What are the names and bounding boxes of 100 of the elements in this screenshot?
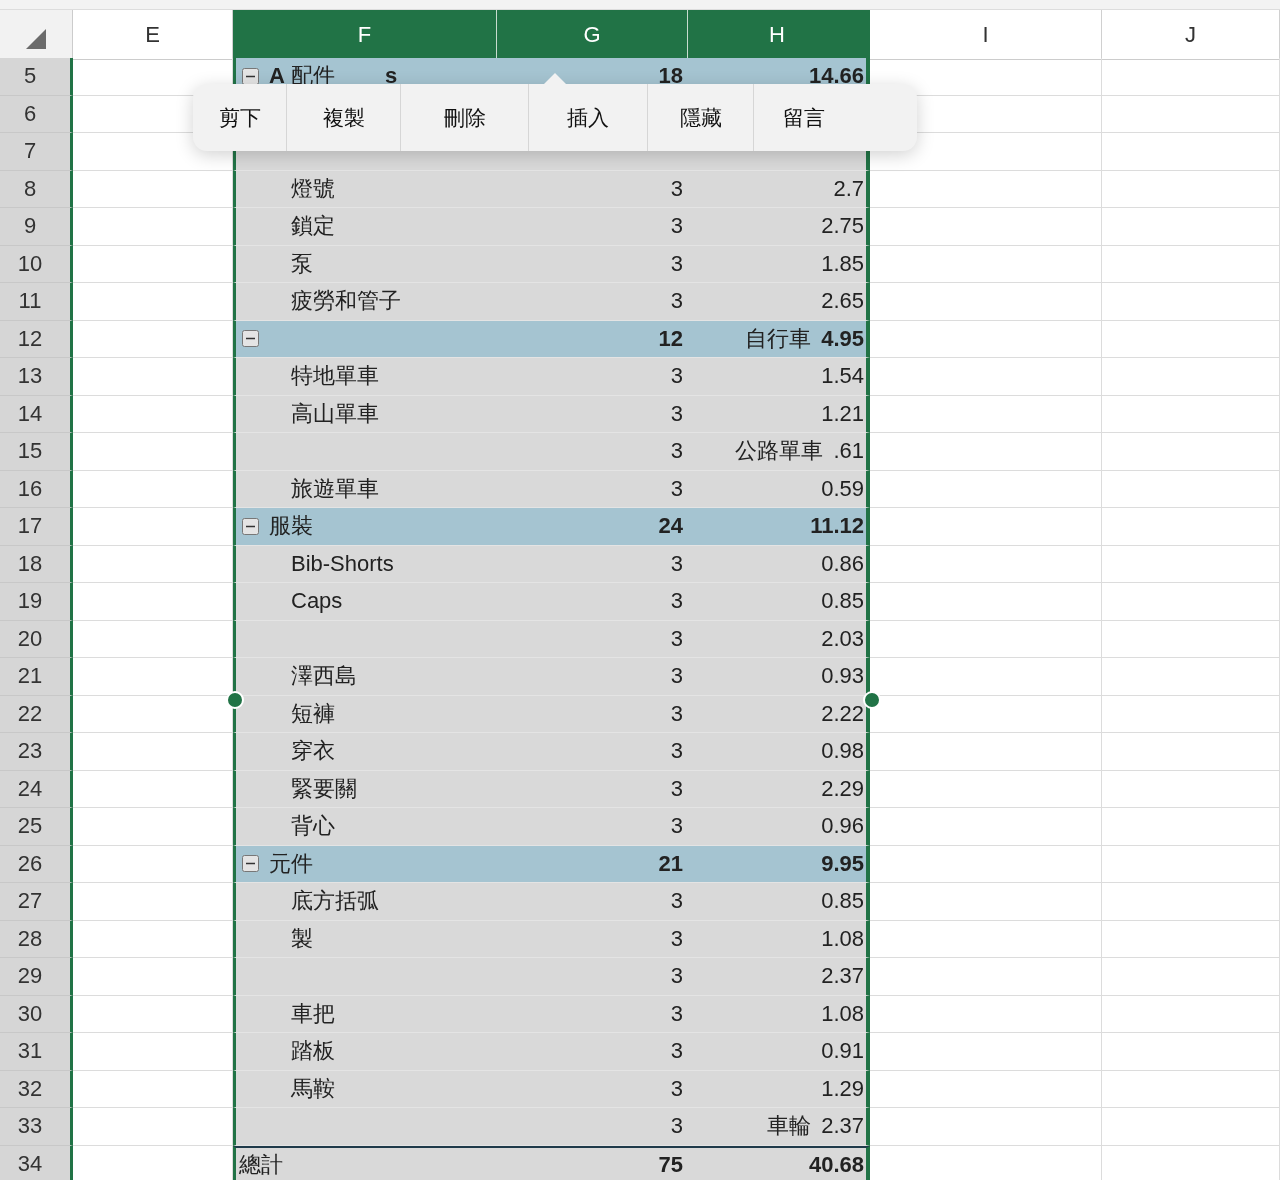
sheet-cell[interactable] (1102, 770, 1280, 808)
sheet-cell[interactable] (870, 995, 1102, 1033)
sheet-cell[interactable] (1102, 1070, 1280, 1108)
row-number[interactable]: 8 (0, 170, 73, 208)
sheet-cell[interactable] (1102, 433, 1280, 471)
sheet-cell[interactable] (1102, 995, 1280, 1033)
select-all-icon[interactable] (26, 29, 46, 49)
sheet-cell[interactable] (1102, 395, 1280, 433)
row-number[interactable]: 16 (0, 470, 73, 508)
row-number[interactable]: 28 (0, 920, 73, 958)
row-number[interactable]: 19 (0, 583, 73, 621)
sheet-cell[interactable] (1102, 320, 1280, 358)
sheet-cell[interactable] (1102, 58, 1280, 96)
row-number[interactable]: 7 (0, 133, 73, 171)
sheet-cell[interactable] (870, 433, 1102, 471)
row-number[interactable]: 21 (0, 658, 73, 696)
sheet-cell[interactable] (1102, 208, 1280, 246)
row-number[interactable]: 15 (0, 433, 73, 471)
sheet-cell[interactable] (1102, 170, 1280, 208)
sheet-cell[interactable] (1102, 920, 1280, 958)
row-number[interactable]: 9 (0, 208, 73, 246)
sheet-cell[interactable] (870, 1108, 1102, 1146)
row-number[interactable]: 23 (0, 733, 73, 771)
sheet-cell[interactable] (1102, 283, 1280, 321)
selection-handle[interactable] (863, 691, 881, 709)
row-number[interactable]: 27 (0, 883, 73, 921)
row-number[interactable]: 17 (0, 508, 73, 546)
sheet-cell[interactable] (870, 845, 1102, 883)
row-number[interactable]: 10 (0, 245, 73, 283)
sheet-cell[interactable] (1102, 133, 1280, 171)
sheet-cell[interactable] (870, 245, 1102, 283)
sheet-cell[interactable] (870, 733, 1102, 771)
sheet-cell[interactable] (1102, 545, 1280, 583)
minus-icon[interactable] (242, 330, 259, 348)
sheet-cell[interactable] (870, 170, 1102, 208)
row-number[interactable]: 12 (0, 320, 73, 358)
sheet-cell[interactable] (870, 208, 1102, 246)
row-number[interactable]: 31 (0, 1033, 73, 1071)
minus-icon[interactable] (242, 517, 259, 535)
sheet-cell[interactable] (870, 508, 1102, 546)
sheet-cell[interactable] (1102, 658, 1280, 696)
row-number[interactable]: 18 (0, 545, 73, 583)
row-number[interactable]: 26 (0, 845, 73, 883)
column-header[interactable]: G (497, 10, 688, 59)
sheet-cell[interactable] (870, 958, 1102, 996)
row-number[interactable]: 13 (0, 358, 73, 396)
sheet-cell[interactable] (1102, 583, 1280, 621)
row-number[interactable]: 20 (0, 620, 73, 658)
sheet-cell[interactable] (870, 1033, 1102, 1071)
sheet-cell[interactable] (870, 620, 1102, 658)
sheet-cell[interactable] (870, 320, 1102, 358)
minus-icon[interactable] (242, 855, 259, 873)
selection-handle[interactable] (226, 691, 244, 709)
sheet-cell[interactable] (1102, 845, 1280, 883)
row-number[interactable]: 22 (0, 695, 73, 733)
row-number[interactable]: 14 (0, 395, 73, 433)
sheet-cell[interactable] (1102, 733, 1280, 771)
sheet-cell[interactable] (870, 545, 1102, 583)
row-number[interactable]: 6 (0, 95, 73, 133)
sheet-cell[interactable] (870, 583, 1102, 621)
row-number[interactable]: 24 (0, 770, 73, 808)
menu-item[interactable]: 刪除 (401, 84, 529, 151)
sheet-cell[interactable] (870, 770, 1102, 808)
menu-item[interactable]: 剪下 (193, 84, 287, 151)
sheet-cell[interactable] (870, 1070, 1102, 1108)
column-header[interactable]: H (688, 10, 870, 59)
sheet-cell[interactable] (1102, 358, 1280, 396)
menu-item[interactable]: 插入 (529, 84, 648, 151)
row-number[interactable]: 32 (0, 1070, 73, 1108)
sheet-cell[interactable] (1102, 620, 1280, 658)
row-number[interactable]: 33 (0, 1108, 73, 1146)
sheet-cell[interactable] (1102, 958, 1280, 996)
sheet-cell[interactable] (1102, 695, 1280, 733)
sheet-cell[interactable] (1102, 883, 1280, 921)
count-value: 3 (670, 250, 683, 277)
count-value: 3 (670, 663, 683, 690)
row-number[interactable]: 30 (0, 995, 73, 1033)
sheet-cell[interactable] (870, 395, 1102, 433)
sheet-cell[interactable] (1102, 245, 1280, 283)
row-number[interactable]: 34 (0, 1145, 73, 1180)
sheet-cell[interactable] (1102, 808, 1280, 846)
menu-item[interactable]: 隱藏 (648, 84, 754, 151)
column-header[interactable]: F (233, 10, 497, 59)
menu-item[interactable]: 複製 (287, 84, 401, 151)
sheet-cell[interactable] (870, 920, 1102, 958)
row-number[interactable]: 11 (0, 283, 73, 321)
row-number[interactable]: 29 (0, 958, 73, 996)
sheet-cell[interactable] (870, 808, 1102, 846)
sheet-cell[interactable] (870, 470, 1102, 508)
sheet-cell[interactable] (870, 883, 1102, 921)
minus-icon[interactable] (242, 67, 259, 85)
row-number[interactable]: 5 (0, 58, 73, 96)
sheet-cell[interactable] (1102, 95, 1280, 133)
sheet-cell[interactable] (870, 283, 1102, 321)
sheet-cell[interactable] (1102, 1033, 1280, 1071)
sheet-cell[interactable] (1102, 470, 1280, 508)
sheet-cell[interactable] (870, 358, 1102, 396)
sheet-cell[interactable] (1102, 508, 1280, 546)
row-number[interactable]: 25 (0, 808, 73, 846)
sheet-cell[interactable] (1102, 1108, 1280, 1146)
